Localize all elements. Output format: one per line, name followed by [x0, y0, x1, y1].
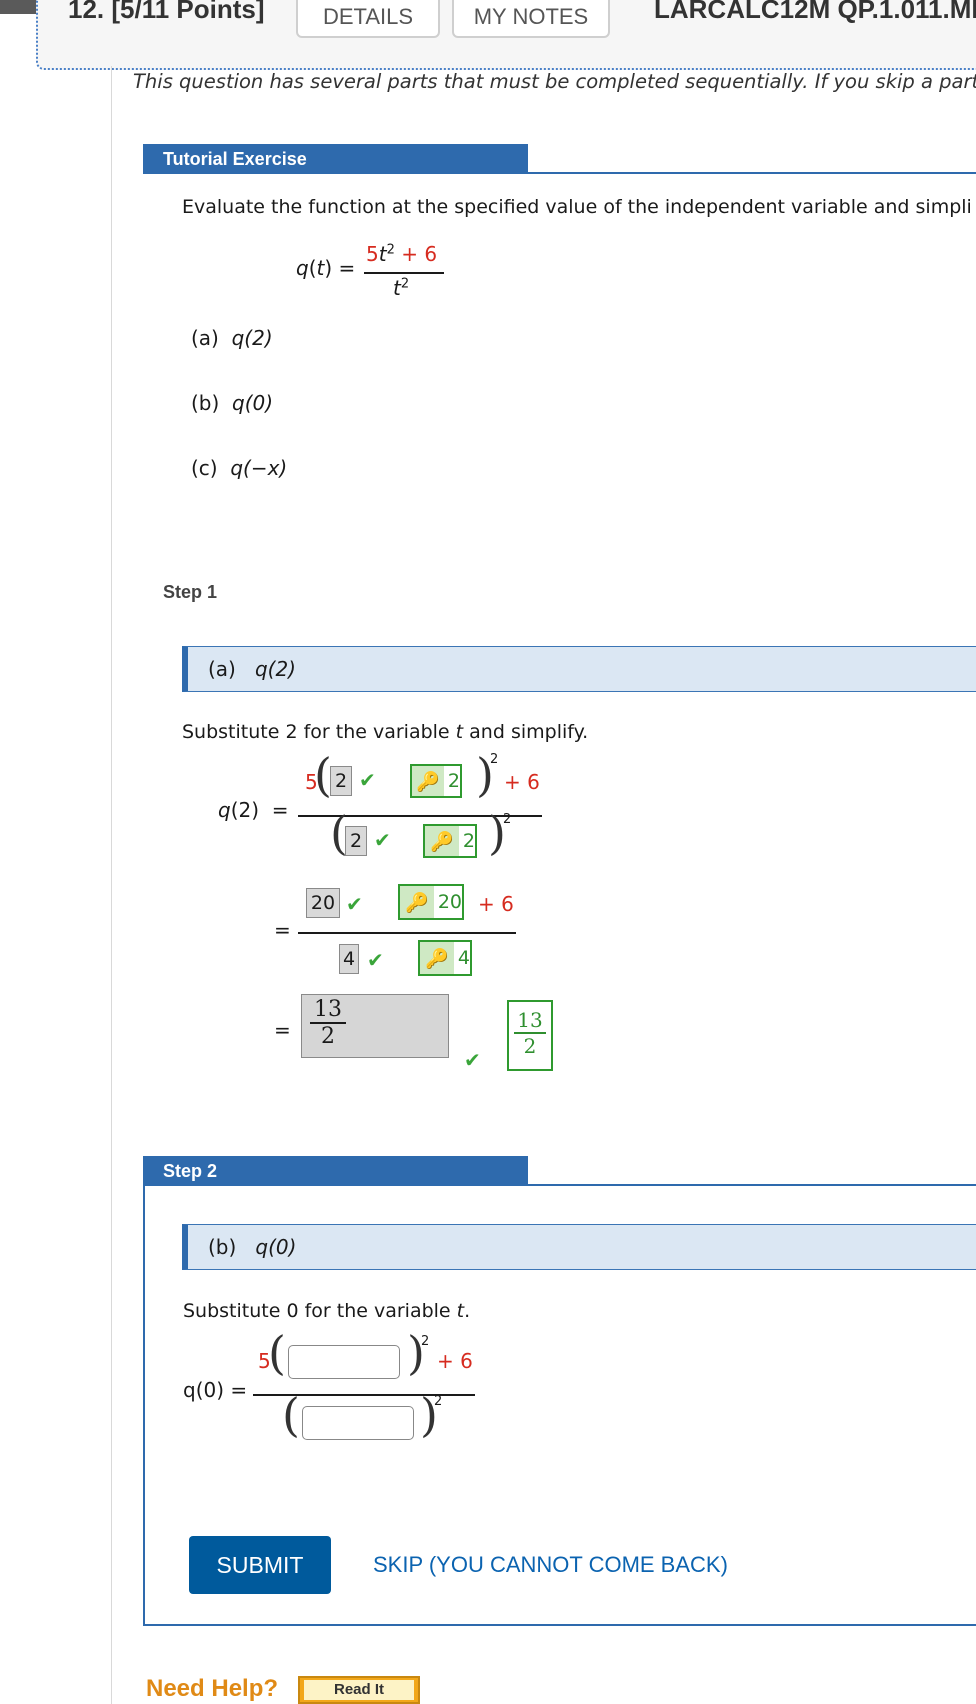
- checkmark-icon: ✔: [464, 1048, 481, 1072]
- open-paren: (: [268, 1326, 286, 1380]
- submit-button[interactable]: SUBMIT: [189, 1536, 331, 1594]
- part-a-item: (a) q(2): [191, 326, 273, 350]
- tutorial-header-rule: [143, 172, 976, 174]
- function-numerator: 5t2 + 6: [366, 242, 438, 266]
- function-lhs: q(t) =: [296, 256, 356, 280]
- equals-sign: =: [274, 918, 291, 942]
- step-1-fraction-bar-2: [298, 932, 516, 934]
- answer-entered-2: 2: [330, 766, 352, 796]
- need-help-label: Need Help?: [146, 1675, 279, 1702]
- exponent-2: 2: [503, 812, 512, 827]
- key-final-answer: 13 2: [507, 1000, 553, 1071]
- open-paren: (: [282, 1388, 300, 1442]
- function-fraction-bar: [364, 272, 444, 274]
- key-answer-4: 🔑 4: [418, 940, 472, 976]
- checkmark-icon: ✔: [359, 768, 376, 792]
- exponent-2: 2: [434, 1394, 443, 1409]
- skip-link[interactable]: SKIP (YOU CANNOT COME BACK): [373, 1552, 728, 1578]
- step-1-lhs: q(2) =: [218, 798, 289, 822]
- key-icon: 🔑: [425, 826, 459, 856]
- details-button[interactable]: DETAILS: [296, 0, 440, 38]
- denominator-input[interactable]: [302, 1406, 414, 1440]
- tutorial-prompt: Evaluate the function at the specified v…: [182, 196, 972, 218]
- step-2-part-bar: (b) q(0): [182, 1224, 976, 1270]
- part-b-item: (b) q(0): [191, 391, 274, 415]
- exponent-2: 2: [490, 752, 499, 767]
- plus-6: + 6: [478, 892, 514, 916]
- tutorial-exercise-header: Tutorial Exercise: [143, 144, 528, 174]
- read-it-button[interactable]: Read It: [298, 1676, 420, 1704]
- step-2-header: Step 2: [143, 1156, 528, 1186]
- intro-text: This question has several parts that mus…: [133, 70, 976, 93]
- checkmark-icon: ✔: [346, 892, 363, 916]
- key-icon: 🔑: [412, 766, 444, 796]
- equals-sign: =: [274, 1018, 291, 1042]
- checkmark-icon: ✔: [367, 948, 384, 972]
- key-icon: 🔑: [420, 942, 454, 974]
- step-2-lhs: q(0) =: [183, 1378, 248, 1402]
- plus-6: + 6: [504, 770, 540, 794]
- answer-entered-4: 4: [339, 944, 359, 974]
- key-answer-2-den: 🔑 2: [423, 824, 477, 858]
- key-icon: 🔑: [400, 886, 434, 918]
- left-divider: [111, 66, 112, 1704]
- checkmark-icon: ✔: [374, 828, 391, 852]
- my-notes-button[interactable]: MY NOTES: [452, 0, 610, 38]
- exponent-2: 2: [421, 1334, 430, 1349]
- question-header: 12. [5/11 Points] DETAILS MY NOTES LARCA…: [36, 0, 976, 70]
- question-points-label: 12. [5/11 Points]: [68, 0, 265, 24]
- step-1-part-bar: (a) q(2): [182, 646, 976, 692]
- step-1-title: Step 1: [163, 582, 218, 602]
- step-1-instruction: Substitute 2 for the variable t and simp…: [182, 721, 589, 743]
- function-denominator: t2: [393, 276, 410, 300]
- step-2-instruction: Substitute 0 for the variable t.: [183, 1300, 471, 1322]
- key-answer-2: 🔑 2: [410, 764, 462, 798]
- numerator-input[interactable]: [288, 1345, 400, 1379]
- answer-entered-20: 20: [306, 888, 340, 918]
- plus-6: + 6: [437, 1349, 473, 1373]
- part-c-item: (c) q(−x): [191, 456, 288, 480]
- question-code: LARCALC12M QP.1.011.MI.SA: [654, 0, 976, 24]
- final-answer-input[interactable]: 13 2: [301, 994, 449, 1058]
- read-it-label: Read It: [304, 1680, 414, 1700]
- key-answer-20: 🔑 20: [398, 884, 464, 920]
- answer-entered-2-den: 2: [345, 826, 367, 856]
